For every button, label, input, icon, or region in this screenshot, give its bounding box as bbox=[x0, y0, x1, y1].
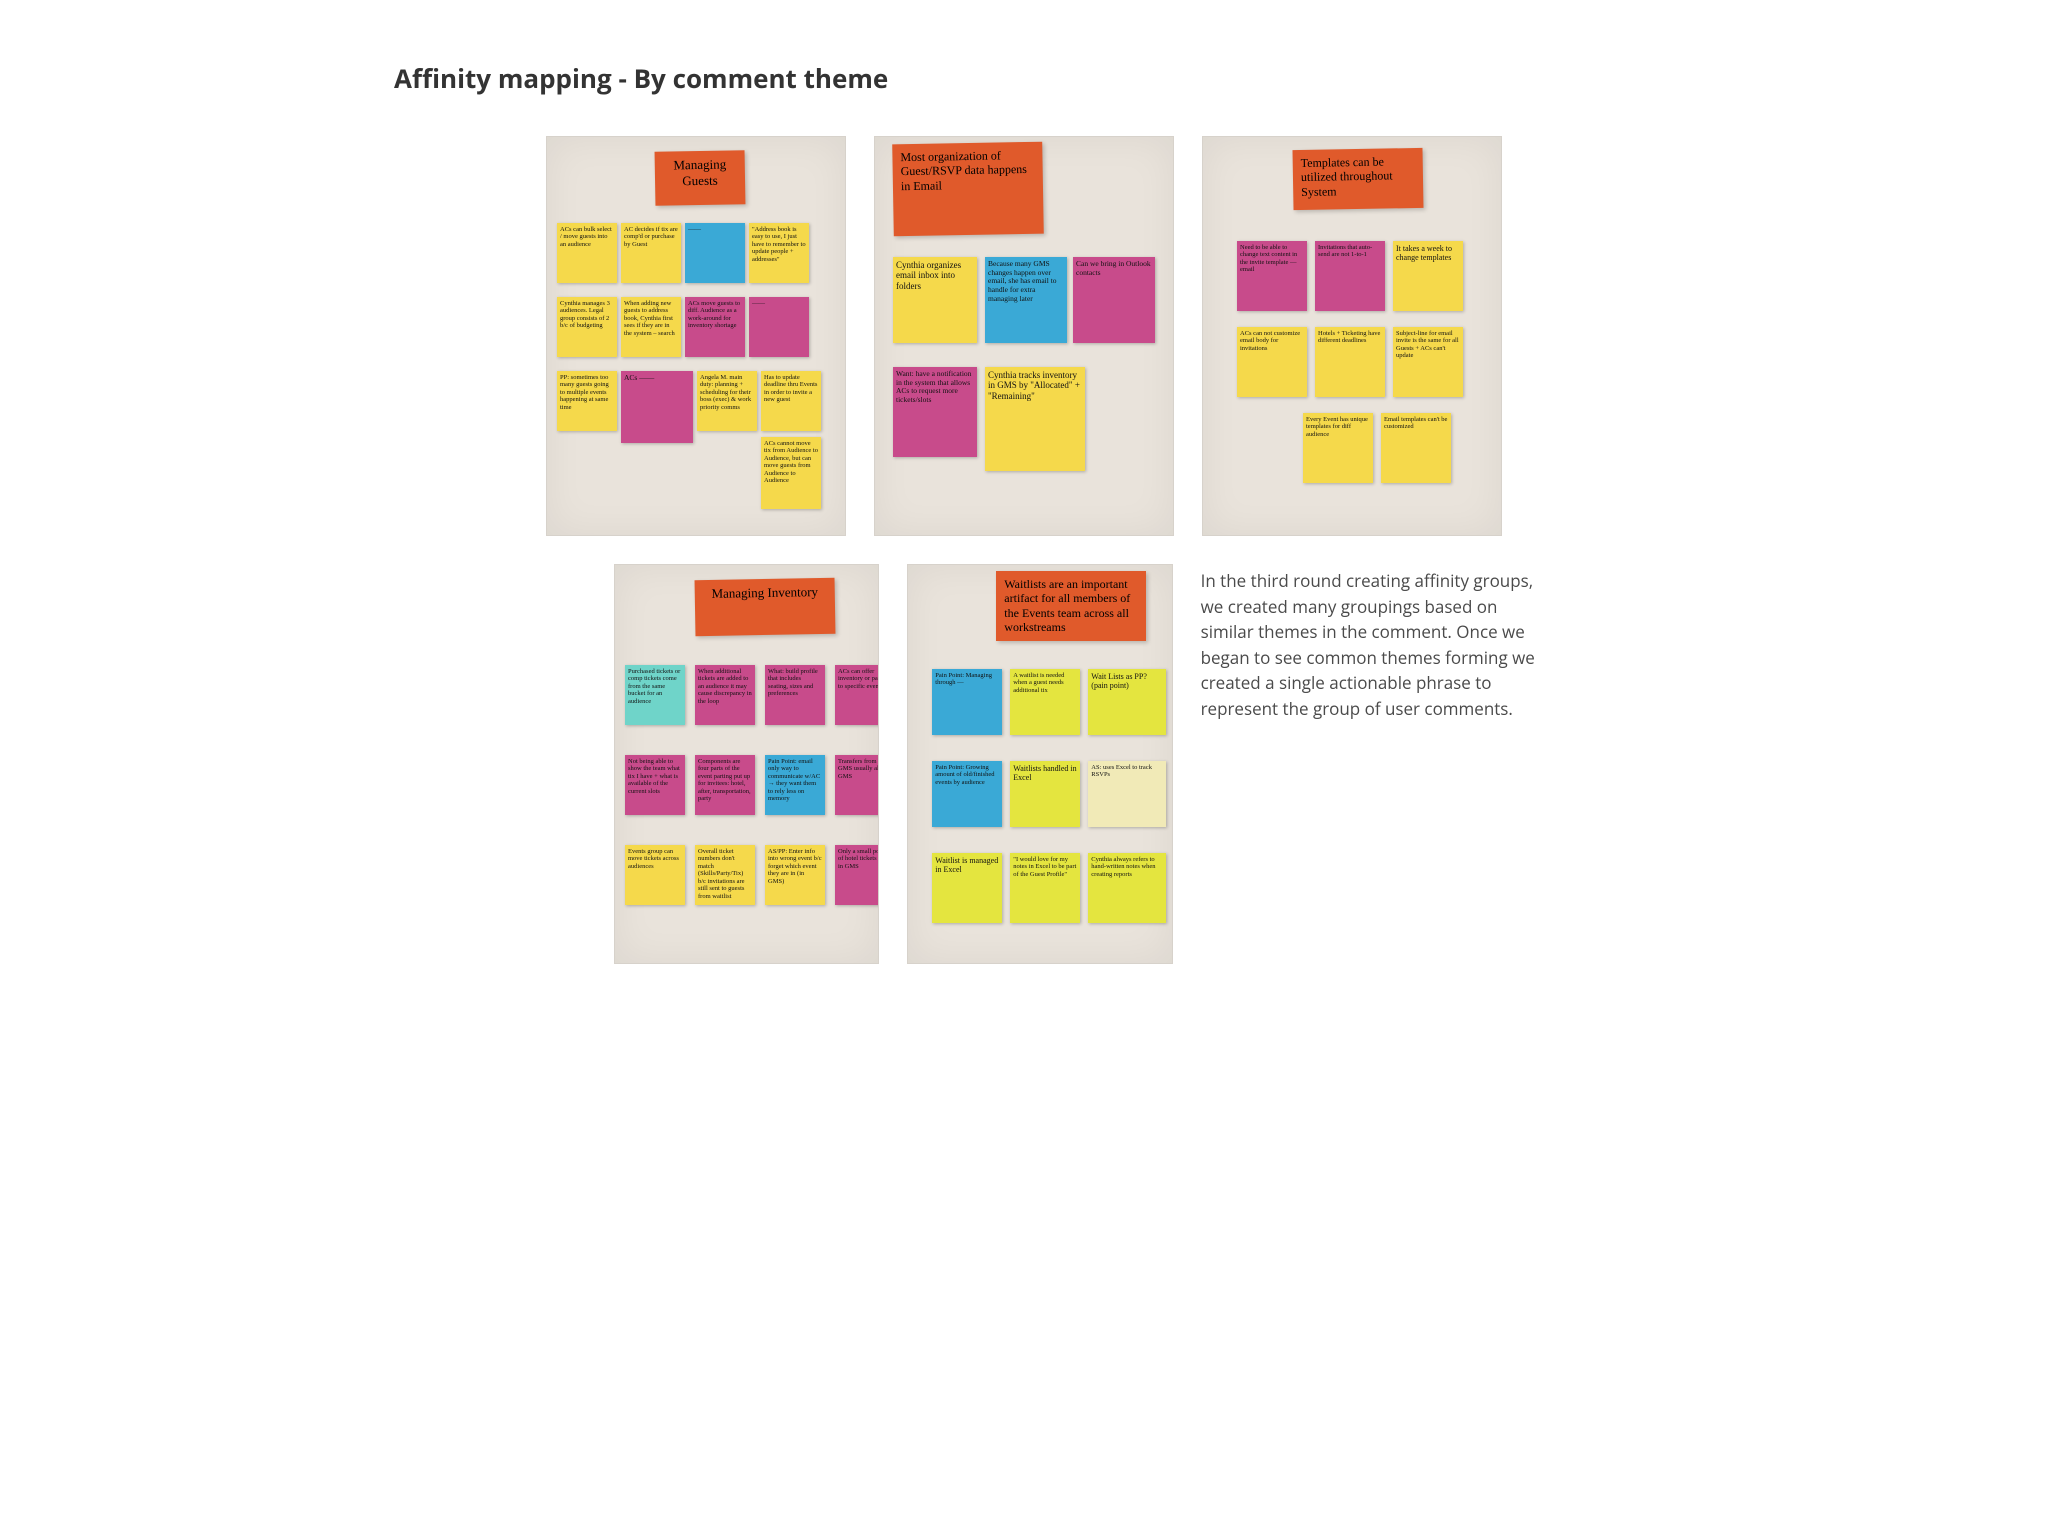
note: When adding new guests to address book, … bbox=[621, 297, 681, 357]
note: ACs cannot move tix from Audience to Aud… bbox=[761, 437, 821, 509]
note: Waitlists handled in Excel bbox=[1010, 761, 1080, 827]
note: "I would love for my notes in Excel to b… bbox=[1010, 853, 1080, 923]
note: It takes a week to change templates bbox=[1393, 241, 1463, 311]
note: Cynthia tracks inventory in GMS by "Allo… bbox=[985, 367, 1085, 471]
note: Components are four parts of the event p… bbox=[695, 755, 755, 815]
note: Can we bring in Outlook contacts bbox=[1073, 257, 1155, 343]
note: When additional tickets are added to an … bbox=[695, 665, 755, 725]
note: Pain Point: email only way to communicat… bbox=[765, 755, 825, 815]
note: AS: uses Excel to track RSVPs bbox=[1088, 761, 1166, 827]
note: Email templates can't be customized bbox=[1381, 413, 1451, 483]
board-email-org: Most organization of Guest/RSVP data hap… bbox=[874, 136, 1174, 536]
note: Not being able to show the team what tix… bbox=[625, 755, 685, 815]
note: Waitlist is managed in Excel bbox=[932, 853, 1002, 923]
note: Angela M. main duty: planning + scheduli… bbox=[697, 371, 757, 431]
note: —— bbox=[685, 223, 745, 283]
board-managing-guests: Managing Guests ACs can bulk select / mo… bbox=[546, 136, 846, 536]
note: Cynthia always refers to hand-written no… bbox=[1088, 853, 1166, 923]
note: Need to be able to change text content i… bbox=[1237, 241, 1307, 311]
note: Events group can move tickets across aud… bbox=[625, 845, 685, 905]
note: Overall ticket numbers don't match (Skil… bbox=[695, 845, 755, 905]
note: Invitations that auto-send are not 1-to-… bbox=[1315, 241, 1385, 311]
board-templates: Templates can be utilized throughout Sys… bbox=[1202, 136, 1502, 536]
note: AC decides if tix are comp'd or purchase… bbox=[621, 223, 681, 283]
board5-header: Waitlists are an important artifact for … bbox=[996, 571, 1146, 641]
note: Hotels + Ticketing have different deadli… bbox=[1315, 327, 1385, 397]
board1-header: Managing Guests bbox=[655, 150, 746, 206]
note: AS/PP: Enter info into wrong event b/c f… bbox=[765, 845, 825, 905]
note: —— bbox=[749, 297, 809, 357]
note: ACs can bulk select / move guests into a… bbox=[557, 223, 617, 283]
note: ACs can not customize email body for inv… bbox=[1237, 327, 1307, 397]
board3-header: Templates can be utilized throughout Sys… bbox=[1292, 148, 1423, 210]
note: What: build profile that includes seatin… bbox=[765, 665, 825, 725]
note: Subject-line for email invite is the sam… bbox=[1393, 327, 1463, 397]
note: Cynthia organizes email inbox into folde… bbox=[893, 257, 977, 343]
note: Transfers from GMS usually all in GMS bbox=[835, 755, 879, 815]
note: Only a small portion of hotel tickets ar… bbox=[835, 845, 879, 905]
affinity-gallery: Managing Guests ACs can bulk select / mo… bbox=[394, 136, 1654, 964]
note: A waitlist is needed when a guest needs … bbox=[1010, 669, 1080, 735]
note: Cynthia manages 3 audiences. Legal group… bbox=[557, 297, 617, 357]
note: Every Event has unique templates for dif… bbox=[1303, 413, 1373, 483]
note: Purchased tickets or comp tickets come f… bbox=[625, 665, 685, 725]
note: ACs can offer inventory or passes to spe… bbox=[835, 665, 879, 725]
gallery-caption: In the third round creating affinity gro… bbox=[1201, 564, 1554, 721]
note: Has to update deadline thru Events in or… bbox=[761, 371, 821, 431]
board-managing-inventory: Managing Inventory Purchased tickets or … bbox=[614, 564, 879, 964]
note: Want: have a notification in the system … bbox=[893, 367, 977, 457]
board-waitlists: Waitlists are an important artifact for … bbox=[907, 564, 1172, 964]
board2-header: Most organization of Guest/RSVP data hap… bbox=[892, 142, 1044, 237]
note: Pain Point: Growing amount of old/finish… bbox=[932, 761, 1002, 827]
note: ACs move guests to diff. Audience as a w… bbox=[685, 297, 745, 357]
note: Pain Point: Managing through — bbox=[932, 669, 1002, 735]
note: ACs —— bbox=[621, 371, 693, 443]
note: "Address book is easy to use, I just hav… bbox=[749, 223, 809, 283]
note: PP: sometimes too many guests going to m… bbox=[557, 371, 617, 431]
note: Because many GMS changes happen over ema… bbox=[985, 257, 1067, 343]
board4-header: Managing Inventory bbox=[695, 578, 836, 636]
note: Wait Lists as PP? (pain point) bbox=[1088, 669, 1166, 735]
page-title: Affinity mapping - By comment theme bbox=[394, 60, 1654, 96]
